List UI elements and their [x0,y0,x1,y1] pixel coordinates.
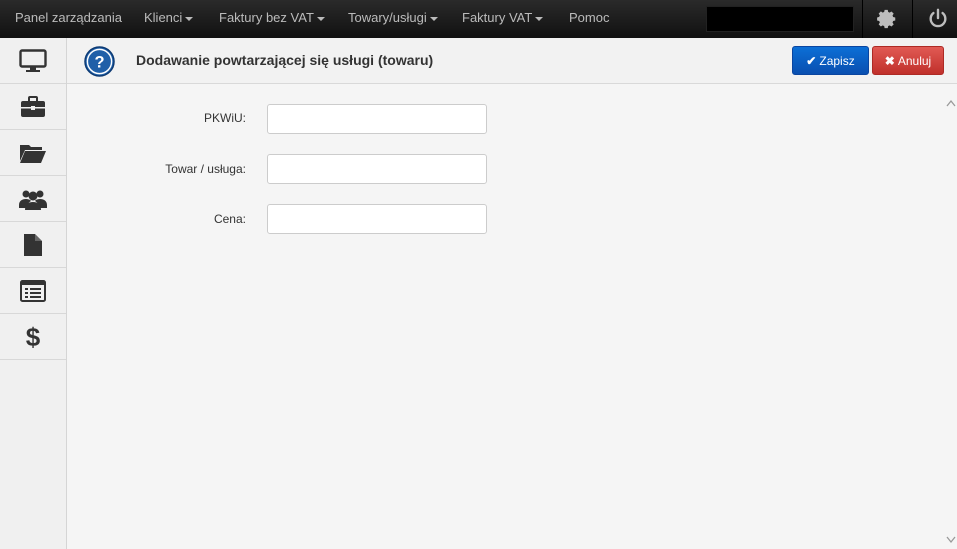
sidebar-item-documents[interactable] [0,130,66,176]
topbar-search-box[interactable] [706,6,854,32]
pkwiu-label: PKWiU: [204,111,246,125]
sidebar-item-dashboard[interactable] [0,38,66,84]
check-icon: ✔ [806,54,817,68]
cancel-button-label: Anuluj [897,54,932,68]
svg-text:$: $ [26,324,41,350]
nav-panel-zarzadzania[interactable]: Panel zarządzania [15,0,122,36]
caret-down-icon [316,16,325,21]
nav-label: Towary/usługi [348,10,427,25]
briefcase-icon [21,95,45,117]
users-icon [19,190,47,210]
sidebar-item-invoices[interactable] [0,222,66,268]
nav-towary-uslugi[interactable]: Towary/usługi [348,0,438,36]
help-icon[interactable]: ? [84,46,115,77]
logout-button[interactable] [915,0,957,38]
save-button[interactable]: ✔ Zapisz [792,46,869,75]
price-label: Cena: [213,212,246,226]
gear-icon [877,9,896,29]
sidebar-item-list[interactable] [0,268,66,314]
scroll-down-icon[interactable] [946,536,956,544]
nav-klienci[interactable]: Klienci [144,0,194,36]
price-input[interactable] [267,204,487,234]
caret-down-icon [429,16,438,21]
nav-label: Faktury VAT [462,10,533,25]
nav-pomoc[interactable]: Pomoc [569,0,609,36]
nav-label: Klienci [144,10,183,25]
caret-down-icon [535,16,544,21]
sidebar-item-clients[interactable] [0,176,66,222]
folder-open-icon [20,144,46,163]
page-title: Dodawanie powtarzającej się usługi (towa… [136,52,434,68]
settings-button[interactable] [864,0,910,38]
divider [912,0,913,38]
sidebar-item-company[interactable] [0,84,66,130]
nav-label: Panel zarządzania [15,10,122,25]
monitor-icon [19,48,47,72]
close-icon: ✖ [884,54,895,68]
cancel-button[interactable]: ✖ Anuluj [872,46,944,75]
sidebar: $ [0,38,67,549]
save-button-label: Zapisz [819,54,855,68]
page-header: ? Dodawanie powtarzającej się usługi (to… [67,38,957,84]
nav-label: Faktury bez VAT [219,10,314,25]
list-icon [20,279,46,302]
caret-down-icon [185,16,194,21]
nav-faktury-bez-vat[interactable]: Faktury bez VAT [219,0,325,36]
sidebar-item-payments[interactable]: $ [0,314,66,360]
scroll-up-icon[interactable] [946,99,956,107]
pkwiu-input[interactable] [267,104,487,134]
nav-label: Pomoc [569,10,610,25]
divider [862,0,863,38]
svg-text:?: ? [94,53,104,71]
top-navbar: Panel zarządzania Klienci Faktury bez VA… [0,0,957,39]
nav-faktury-vat[interactable]: Faktury VAT [462,0,544,36]
product-service-input[interactable] [267,154,487,184]
product-service-label: Towar / usługa: [165,162,246,176]
dollar-icon: $ [26,324,41,350]
document-icon [24,233,42,256]
power-icon [929,8,947,28]
